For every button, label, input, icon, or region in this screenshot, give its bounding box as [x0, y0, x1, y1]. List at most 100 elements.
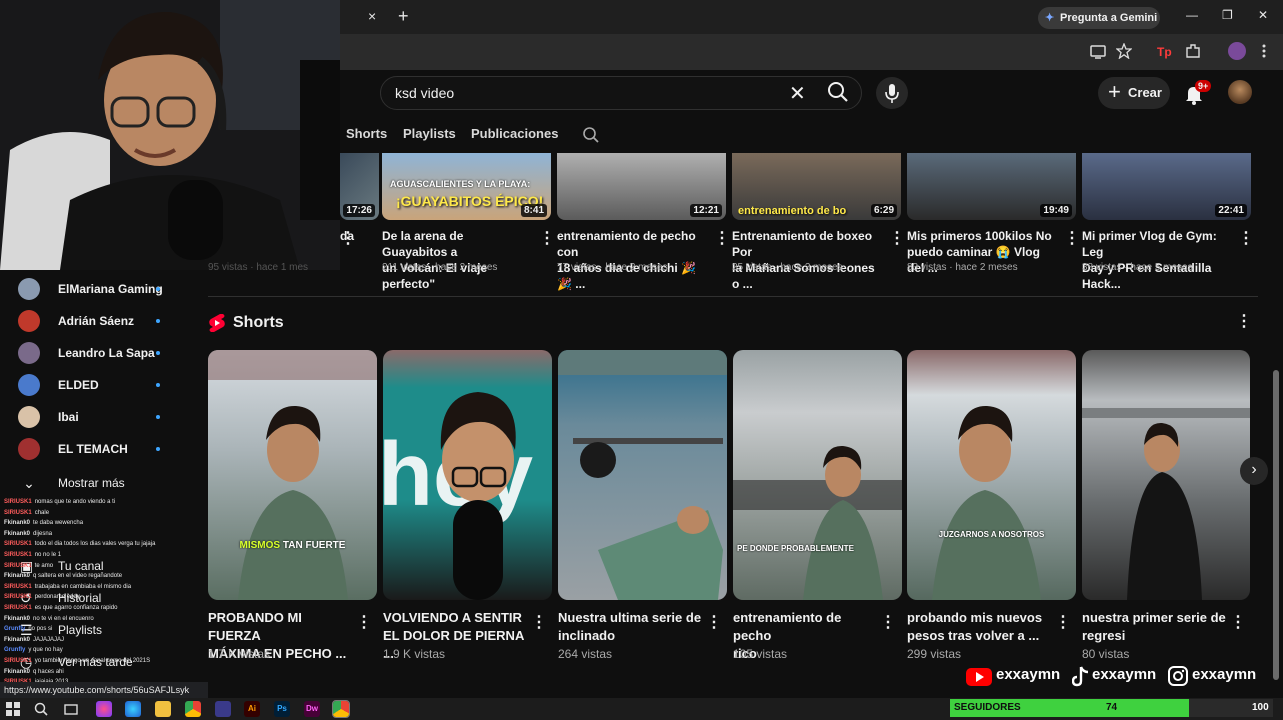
short-menu-icon[interactable]: ⋮ — [356, 615, 372, 632]
shorts-next-button[interactable]: › — [1240, 457, 1268, 485]
cast-icon[interactable] — [1090, 44, 1106, 60]
extension-red-icon[interactable]: Tp — [1156, 43, 1172, 59]
short-thumbnail[interactable]: PE DONDE PROBABLEMENTE — [733, 350, 902, 600]
short-thumbnail[interactable]: hey — [383, 350, 552, 600]
clear-search-icon[interactable]: ✕ — [789, 81, 806, 106]
close-tab-button[interactable]: × — [368, 8, 376, 24]
scrollbar-thumb[interactable] — [1273, 370, 1279, 680]
short-person-image: hey — [383, 392, 533, 600]
video-menu-icon[interactable]: ⋮ — [1238, 231, 1254, 248]
video-menu-icon[interactable]: ⋮ — [340, 231, 356, 248]
short-person-image — [932, 405, 1041, 600]
extensions-puzzle-icon[interactable] — [1185, 43, 1201, 59]
video-duration: 19:49 — [1040, 204, 1072, 217]
chat-username: SIRIUSK1 — [4, 499, 32, 505]
video-duration: 17:26 — [343, 204, 375, 217]
browser-menu-icon[interactable] — [1260, 43, 1268, 59]
short-thumbnail[interactable] — [558, 350, 727, 600]
short-menu-icon[interactable]: ⋮ — [1230, 615, 1246, 632]
video-meta: 95 vistas · hace 1 mes — [208, 262, 309, 273]
file-explorer-icon[interactable] — [155, 701, 171, 717]
short-menu-icon[interactable]: ⋮ — [1055, 615, 1071, 632]
live-indicator — [156, 287, 160, 291]
app-icon[interactable] — [215, 701, 231, 717]
chat-message: SIRIUSK1 perdoname eddy — [4, 592, 204, 603]
short-thumbnail[interactable]: MISMOS TAN FUERTE — [208, 350, 377, 600]
search-input[interactable]: ksd video — [395, 85, 454, 101]
short-menu-icon[interactable]: ⋮ — [706, 615, 722, 632]
short-thumbnail[interactable]: JUZGARNOS A NOSOTROS — [907, 350, 1076, 600]
video-title[interactable]: Mi primer Vlog de Gym: Leg Day y PR en S… — [1082, 228, 1232, 292]
shorts-menu-icon[interactable]: ⋮ — [1236, 314, 1252, 331]
short-title[interactable]: nuestra primer serie de regresi — [1082, 609, 1232, 645]
short-caption: PE DONDE PROBABLEMENTE — [737, 544, 854, 553]
search-box[interactable]: ksd video ✕ — [380, 76, 862, 110]
chat-text: chale — [34, 509, 50, 516]
new-tab-button[interactable]: + — [398, 6, 409, 27]
channel-search-icon[interactable] — [582, 126, 600, 144]
shorts-logo-icon — [209, 314, 225, 332]
video-title[interactable]: entrenamiento de pecho con 18 años dia d… — [557, 228, 707, 292]
chat-text: yo tambien tengo un canal como del 2021S — [34, 657, 151, 664]
app-icon[interactable] — [96, 701, 112, 717]
account-avatar[interactable] — [1228, 80, 1252, 104]
search-icon[interactable] — [826, 80, 850, 104]
search-taskbar-icon[interactable] — [34, 702, 48, 716]
dreamweaver-icon[interactable]: Dw — [304, 701, 320, 717]
followers-goal: 100 — [1252, 702, 1269, 713]
windows-start-icon[interactable] — [6, 702, 20, 716]
browser-tab-bar: × + ✦ Pregunta a Gemini — ❐ ✕ — [340, 0, 1283, 34]
video-title[interactable]: De la arena de Guayabitos a un Volcán: E… — [382, 228, 532, 292]
short-title[interactable]: probando mis nuevos pesos tras volver a … — [907, 609, 1057, 645]
video-duration: 22:41 — [1215, 204, 1247, 217]
instagram-logo-icon — [1168, 666, 1188, 686]
tab-shorts[interactable]: Shorts — [346, 126, 387, 141]
video-thumbnail[interactable]: entrenamiento de bo 6:29 — [732, 153, 901, 220]
video-menu-icon[interactable]: ⋮ — [539, 231, 555, 248]
video-thumbnail[interactable]: 19:49 — [907, 153, 1076, 220]
chat-text: te amo — [34, 562, 54, 569]
minimize-button[interactable]: — — [1186, 8, 1198, 22]
maximize-button[interactable]: ❐ — [1222, 8, 1233, 22]
photoshop-icon[interactable]: Ps — [274, 701, 290, 717]
tab-publicaciones[interactable]: Publicaciones — [471, 126, 558, 141]
task-view-icon[interactable] — [64, 702, 78, 716]
create-button[interactable]: + Crear — [1098, 77, 1170, 109]
chrome-active-icon[interactable] — [332, 700, 350, 718]
chat-text: q saltera en el video regañandote — [33, 573, 123, 580]
short-menu-icon[interactable]: ⋮ — [531, 615, 547, 632]
tab-playlists[interactable]: Playlists — [403, 126, 456, 141]
chat-text: q haces ahi — [33, 668, 64, 675]
short-thumbnail[interactable] — [1082, 350, 1250, 600]
chat-username: SIRIUSK1 — [4, 562, 32, 569]
chrome-icon[interactable] — [185, 701, 201, 717]
video-thumbnail[interactable]: 22:41 — [1082, 153, 1251, 220]
video-menu-icon[interactable]: ⋮ — [1064, 231, 1080, 248]
video-menu-icon[interactable]: ⋮ — [889, 231, 905, 248]
short-person-image — [1082, 408, 1250, 600]
live-indicator — [156, 319, 160, 323]
bookmark-star-icon[interactable] — [1116, 43, 1132, 59]
chat-username: SIRIUSK1 — [4, 509, 32, 516]
short-title[interactable]: Nuestra ultima serie de inclinado — [558, 609, 708, 645]
video-title[interactable]: Entrenamiento de boxeo Por la Mañana Som… — [732, 228, 882, 292]
video-thumbnail[interactable]: 17:26 — [340, 153, 379, 220]
live-indicator — [156, 351, 160, 355]
close-window-button[interactable]: ✕ — [1258, 8, 1268, 22]
followers-current: 74 — [1106, 702, 1118, 713]
plus-icon: + — [1108, 79, 1121, 104]
tiktok-logo-icon — [1072, 666, 1089, 687]
profile-avatar[interactable] — [1228, 42, 1246, 60]
video-menu-icon[interactable]: ⋮ — [714, 231, 730, 248]
chat-message: Fkinank0 dijesna — [4, 529, 204, 540]
illustrator-icon[interactable]: Ai — [244, 701, 260, 717]
short-menu-icon[interactable]: ⋮ — [880, 615, 896, 632]
edge-icon[interactable] — [125, 701, 141, 717]
video-thumbnail[interactable]: 12:21 — [557, 153, 726, 220]
video-duration: 6:29 — [870, 204, 897, 217]
chat-message: Fkinank0 te daba wewencha — [4, 518, 204, 529]
video-thumbnail[interactable]: AGUASCALIENTES Y LA PLAYA: ¡GUAYABITOS É… — [382, 153, 551, 220]
short-views: 105 vistas — [733, 647, 788, 661]
voice-search-button[interactable] — [876, 77, 908, 109]
gemini-button[interactable]: ✦ Pregunta a Gemini — [1038, 7, 1160, 29]
